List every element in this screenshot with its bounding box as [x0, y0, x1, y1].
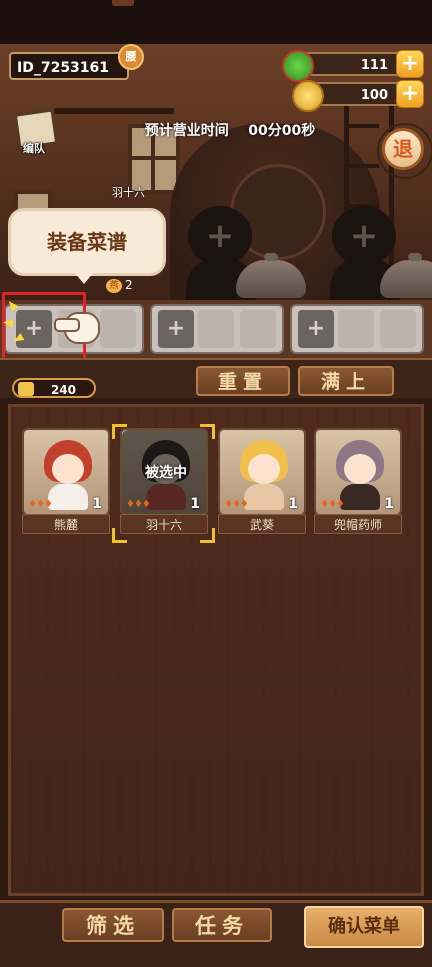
fill-button[interactable]: 满上 [298, 366, 394, 396]
top-status-strip [0, 0, 432, 44]
filter-button[interactable]: 筛选 [62, 908, 164, 942]
business-time-label: 预计营业时间 [144, 123, 229, 139]
player-id[interactable]: ID_7253161 [9, 52, 129, 80]
recipe-count-value: 2 [125, 278, 133, 292]
chef-level: 1 [190, 496, 200, 512]
selection-corner [112, 528, 127, 543]
chef-portrait [234, 438, 294, 510]
chef-name: 兜帽药师 [314, 514, 402, 534]
chef-card-selected[interactable]: 被选中 ♦♦♦ 1 羽十六 [120, 428, 208, 536]
add-recipe-slot[interactable]: + [158, 310, 194, 348]
chef-level: 1 [92, 496, 102, 512]
task-button[interactable]: 任务 [172, 908, 272, 942]
chef-level: 1 [384, 496, 394, 512]
player-badge[interactable]: 腰 [118, 44, 144, 70]
coin-stack-icon [18, 382, 34, 396]
add-recipe-slot[interactable]: + [298, 310, 334, 348]
business-time-value: 00分00秒 [248, 123, 316, 139]
recipe-slot[interactable] [100, 310, 136, 348]
gold-coin-icon [292, 80, 324, 112]
selected-label: 被选中 [145, 465, 187, 481]
chef-portrait-frame: ♦♦♦ 1 [218, 428, 306, 516]
chef-stars: ♦♦♦ [28, 499, 53, 510]
sparkle-icon [2, 318, 14, 328]
add-gems-button[interactable]: + [396, 50, 424, 78]
green-gem-icon [282, 50, 314, 82]
coin-stack-value: 240 [50, 383, 76, 397]
chef-portrait-frame: 被选中 ♦♦♦ 1 [120, 428, 208, 516]
chef-name: 熊麓 [22, 514, 110, 534]
team-label: 编队 [23, 142, 45, 155]
add-chef-icon: + [349, 216, 379, 256]
chef-stars: ♦♦♦ [126, 499, 151, 510]
coin-value: 100 [360, 88, 388, 103]
selection-corner [200, 424, 215, 439]
chef-level: 1 [288, 496, 298, 512]
chef-portrait [330, 438, 390, 510]
recipe-slot[interactable] [198, 310, 234, 348]
chef-portrait-frame: ♦♦♦ 1 [22, 428, 110, 516]
chef-portrait [38, 438, 98, 510]
coin-stack-counter: 240 [12, 378, 96, 398]
chef-name: 羽十六 [120, 514, 208, 534]
confirm-menu-button[interactable]: 确认菜单 [304, 906, 424, 948]
reset-button[interactable]: 重置 [196, 366, 290, 396]
chef-stars: ♦♦♦ [320, 499, 345, 510]
exit-button[interactable]: 退 [377, 123, 432, 179]
wall-shelf [54, 108, 174, 114]
add-coins-button[interactable]: + [396, 80, 424, 108]
recipe-slot[interactable] [338, 310, 374, 348]
selection-corner [112, 424, 127, 439]
chef-portrait-frame: ♦♦♦ 1 [314, 428, 402, 516]
pointing-hand-icon [54, 306, 100, 344]
business-time: 预计营业时间 00分00秒 [120, 120, 340, 140]
add-chef-icon: + [205, 216, 235, 256]
chef-stars: ♦♦♦ [224, 499, 249, 510]
recipe-slot-group-2: + [150, 304, 284, 354]
coin-counter: 100 + [292, 80, 424, 112]
gem-value: 111 [360, 58, 388, 73]
team-button[interactable]: 编队 [12, 109, 58, 155]
recipe-count: 燕2 [106, 278, 156, 294]
chef-card[interactable]: ♦♦♦ 1 熊麓 [22, 428, 110, 536]
chef-card[interactable]: ♦♦♦ 1 武葵 [218, 428, 306, 536]
equip-recipe-bubble: 装备菜谱 [8, 208, 166, 276]
bubble-tail [74, 272, 94, 284]
top-decoration [112, 0, 134, 6]
stage-chef-name: 羽十六 [112, 186, 145, 199]
chef-name: 武葵 [218, 514, 306, 534]
recipe-icon: 燕 [106, 278, 122, 293]
recipe-slot[interactable] [380, 310, 416, 348]
gem-counter: 111 + [282, 50, 424, 82]
selection-corner [200, 528, 215, 543]
chef-card[interactable]: ♦♦♦ 1 兜帽药师 [314, 428, 402, 536]
recipe-slot[interactable] [240, 310, 276, 348]
recipe-slot-group-3: + [290, 304, 424, 354]
